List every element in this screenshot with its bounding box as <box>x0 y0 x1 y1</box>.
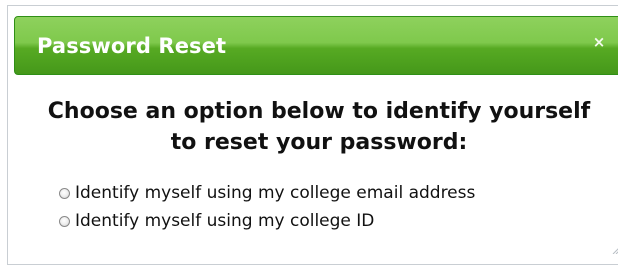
identify-email-option[interactable]: Identify myself using my college email a… <box>59 182 475 204</box>
dialog-titlebar[interactable]: Password Reset × <box>14 16 618 75</box>
identify-college-id-option[interactable]: Identify myself using my college ID <box>59 210 374 232</box>
dialog-title: Password Reset <box>37 34 227 58</box>
resize-grip-icon[interactable] <box>611 244 618 254</box>
radio-button[interactable] <box>59 187 70 199</box>
dialog-instructions: Choose an option below to identify yours… <box>47 99 591 155</box>
radio-button[interactable] <box>59 215 70 227</box>
identify-college-id-label: Identify myself using my college ID <box>75 211 375 231</box>
identify-email-label: Identify myself using my college email a… <box>75 183 476 203</box>
password-reset-dialog: Password Reset × Choose an option below … <box>14 16 618 256</box>
close-icon[interactable]: × <box>592 35 606 50</box>
